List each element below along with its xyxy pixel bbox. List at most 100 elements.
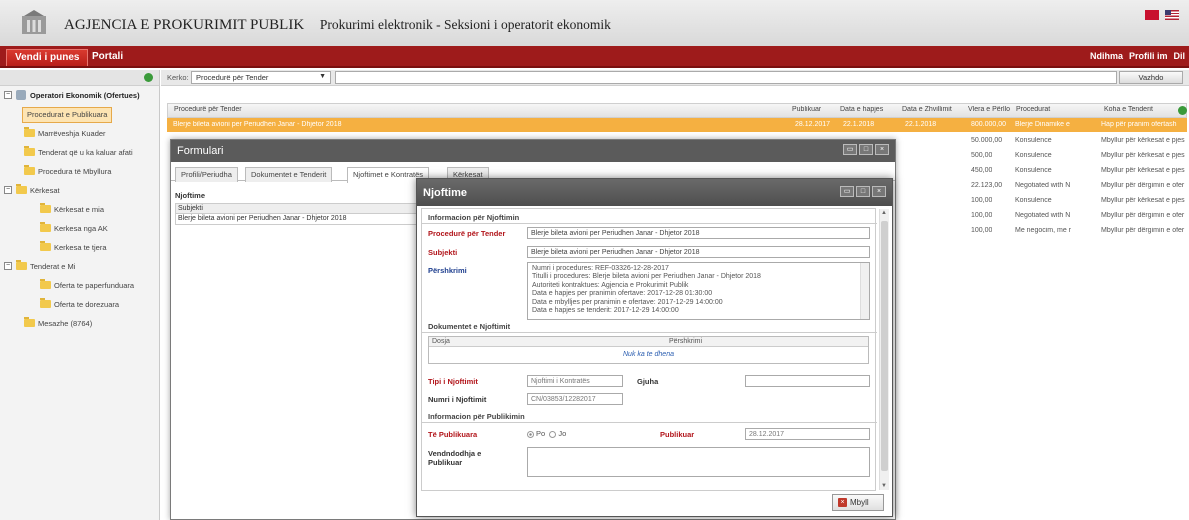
- sidebar-item-tenderat-e-mi[interactable]: − Tenderat e Mi: [0, 257, 159, 276]
- albanian-flag-icon[interactable]: [1145, 10, 1159, 20]
- cell-vlera: 800.000,00: [971, 121, 1007, 128]
- folder-icon: [40, 279, 51, 289]
- tab-portali[interactable]: Portali: [84, 49, 131, 66]
- close-icon[interactable]: ×: [875, 144, 889, 155]
- sidebar-item-oferta-paperfunduara[interactable]: Oferta te paperfunduara: [0, 276, 159, 295]
- search-type-value: Procedurë për Tender: [196, 73, 269, 82]
- collapse-icon[interactable]: −: [4, 262, 12, 270]
- pub-date-field[interactable]: 28.12.2017: [745, 428, 870, 440]
- procedure-field[interactable]: Blerje bileta avioni per Periudhen Janar…: [527, 227, 870, 239]
- scroll-thumb[interactable]: [881, 221, 888, 471]
- cell-vlera: 100,00: [971, 227, 993, 234]
- search-type-select[interactable]: Procedurë për Tender ▼: [191, 71, 331, 84]
- restore-icon[interactable]: ▭: [840, 186, 854, 197]
- type-field[interactable]: Njoftimi i Kontratës: [527, 375, 623, 387]
- tab-vendi-i-punes[interactable]: Vendi i punes: [6, 49, 89, 66]
- type-label: Tipi i Njoftimit: [428, 377, 478, 386]
- dropdown-arrow-icon: ▼: [319, 73, 326, 80]
- place-field[interactable]: [527, 447, 870, 477]
- close-icon[interactable]: ×: [872, 186, 886, 197]
- textarea-scrollbar[interactable]: [860, 263, 869, 319]
- col-koha[interactable]: Koha e Tenderit: [1104, 106, 1184, 113]
- sidebar-item-procedura-mbyllura[interactable]: Procedura të Mbyllura: [0, 162, 159, 181]
- cell-koha: Mbyllur për kërkesat e pjes: [1101, 152, 1185, 159]
- cell-koha: Mbyllur për dërgimin e ofer: [1101, 212, 1185, 219]
- sidebar-item-label: Mesazhe (8764): [38, 319, 93, 328]
- sidebar-item-procedurat-publikuara[interactable]: Procedurat e Publikuara: [0, 105, 159, 124]
- folder-icon: [40, 203, 51, 213]
- col-dosja[interactable]: Dosja: [432, 338, 450, 345]
- refresh-icon[interactable]: [1178, 106, 1187, 115]
- scroll-up-icon[interactable]: ▲: [881, 210, 887, 216]
- radio-po[interactable]: [527, 430, 534, 438]
- col-procedurat[interactable]: Procedurat: [1016, 106, 1076, 113]
- folder-icon: [16, 260, 27, 270]
- cell-vlera: 100,00: [971, 197, 993, 204]
- cell-procedura: Konsulence: [1015, 197, 1052, 204]
- cell-procedura: Blerje Dinamike e: [1015, 121, 1070, 128]
- sidebar-item-kerkesa-te-tjera[interactable]: Kerkesa te tjera: [0, 238, 159, 257]
- col-procedure[interactable]: Procedurë për Tender: [174, 106, 242, 113]
- sidebar-item-mesazhe[interactable]: Mesazhe (8764): [0, 314, 159, 333]
- tab-dokumentet[interactable]: Dokumentet e Tenderit: [245, 167, 333, 182]
- col-pershkrimi[interactable]: Përshkrimi: [669, 338, 702, 345]
- sidebar-item-label: Kerkesa nga AK: [54, 224, 108, 233]
- description-textarea[interactable]: Numri i procedures: REF-03326-12-28-2017…: [527, 262, 870, 320]
- tab-profili[interactable]: Profili/Periudha: [175, 167, 238, 182]
- radio-jo[interactable]: [549, 430, 557, 438]
- col-data-zhvillimit[interactable]: Data e Zhvillimit: [902, 106, 970, 113]
- documents-grid-header: Dosja Përshkrimi: [429, 337, 868, 347]
- cell-koha: Mbyllur për dërgimin e ofer: [1101, 182, 1185, 189]
- number-label: Numri i Njoftimit: [428, 395, 487, 404]
- njoftime-dialog: Njoftime ▭ □ × Informacion për Njoftimin…: [416, 178, 893, 517]
- folder-icon: [24, 165, 35, 175]
- sidebar-item-label: Oferta te dorezuara: [54, 300, 120, 309]
- col-vlera[interactable]: Vlera e Përllo: [968, 106, 1016, 113]
- njoftime-list: Subjekti Blerje bileta avioni per Periud…: [175, 203, 419, 225]
- col-publikuar[interactable]: Publikuar: [792, 106, 821, 113]
- logout-link[interactable]: Dil: [1173, 51, 1185, 61]
- folder-icon: [24, 127, 35, 137]
- sidebar-item-kerkesat[interactable]: − Kërkesat: [0, 181, 159, 200]
- dialog-scrollbar[interactable]: ▲ ▼: [879, 209, 889, 490]
- sidebar-item-oferta-dorezuara[interactable]: Oferta te dorezuara: [0, 295, 159, 314]
- cell-hapjes: 22.1.2018: [843, 121, 875, 128]
- language-field[interactable]: [745, 375, 870, 387]
- search-button[interactable]: Vazhdo: [1119, 71, 1183, 84]
- col-data-hapjes[interactable]: Data e hapjes: [840, 106, 900, 113]
- documents-empty: Nuk ka te dhena: [623, 351, 674, 358]
- maximize-icon[interactable]: □: [859, 144, 873, 155]
- emblem-icon: [22, 10, 46, 34]
- sidebar-item-tenderat-afati[interactable]: Tenderat që u ka kaluar afati: [0, 143, 159, 162]
- sidebar-item-marreveshja[interactable]: Marrëveshja Kuader: [0, 124, 159, 143]
- collapse-icon[interactable]: −: [4, 186, 12, 194]
- close-button[interactable]: × Mbyll: [832, 494, 884, 511]
- help-link[interactable]: Ndihma: [1090, 51, 1123, 61]
- radio-jo-label: Jo: [558, 429, 567, 438]
- list-item[interactable]: Blerje bileta avioni per Periudhen Janar…: [176, 214, 418, 224]
- scroll-down-icon[interactable]: ▼: [881, 483, 887, 489]
- description-line: Titulli i procedures: Blerje bileta avio…: [532, 273, 761, 281]
- number-field[interactable]: CN/03853/12282017: [527, 393, 623, 405]
- tree-root-label: Operatori Ekonomik (Ofertues): [30, 91, 140, 100]
- sidebar-item-kerkesa-nga-ak[interactable]: Kerkesa nga AK: [0, 219, 159, 238]
- search-input[interactable]: [335, 71, 1117, 84]
- maximize-icon[interactable]: □: [856, 186, 870, 197]
- restore-icon[interactable]: ▭: [843, 144, 857, 155]
- sidebar-item-kerkesat-e-mia[interactable]: Kërkesat e mia: [0, 200, 159, 219]
- tree-root[interactable]: − Operatori Ekonomik (Ofertues): [0, 86, 159, 105]
- sidebar-item-label: Kërkesat e mia: [54, 205, 105, 214]
- profile-link[interactable]: Profili im: [1129, 51, 1168, 61]
- folder-icon: [16, 184, 27, 194]
- cell-koha: Mbyllur për dërgimin e ofer: [1101, 227, 1185, 234]
- sidebar-item-label: Procedurat e Publikuara: [22, 107, 113, 123]
- published-label: Të Publikuara: [428, 430, 478, 439]
- description-line: Autoriteti kontraktues: Agjencia e Proku…: [532, 281, 689, 289]
- english-flag-icon[interactable]: [1165, 10, 1179, 20]
- collapse-icon[interactable]: −: [4, 91, 12, 99]
- subject-field[interactable]: Blerje bileta avioni per Periudhen Janar…: [527, 246, 870, 258]
- agency-name: AGJENCIA E PROKURIMIT PUBLIK: [64, 17, 305, 33]
- refresh-icon[interactable]: [144, 73, 153, 82]
- list-column-subjekti[interactable]: Subjekti: [176, 204, 418, 214]
- table-row-selected[interactable]: Blerje bileta avioni per Periudhen Janar…: [167, 118, 1187, 132]
